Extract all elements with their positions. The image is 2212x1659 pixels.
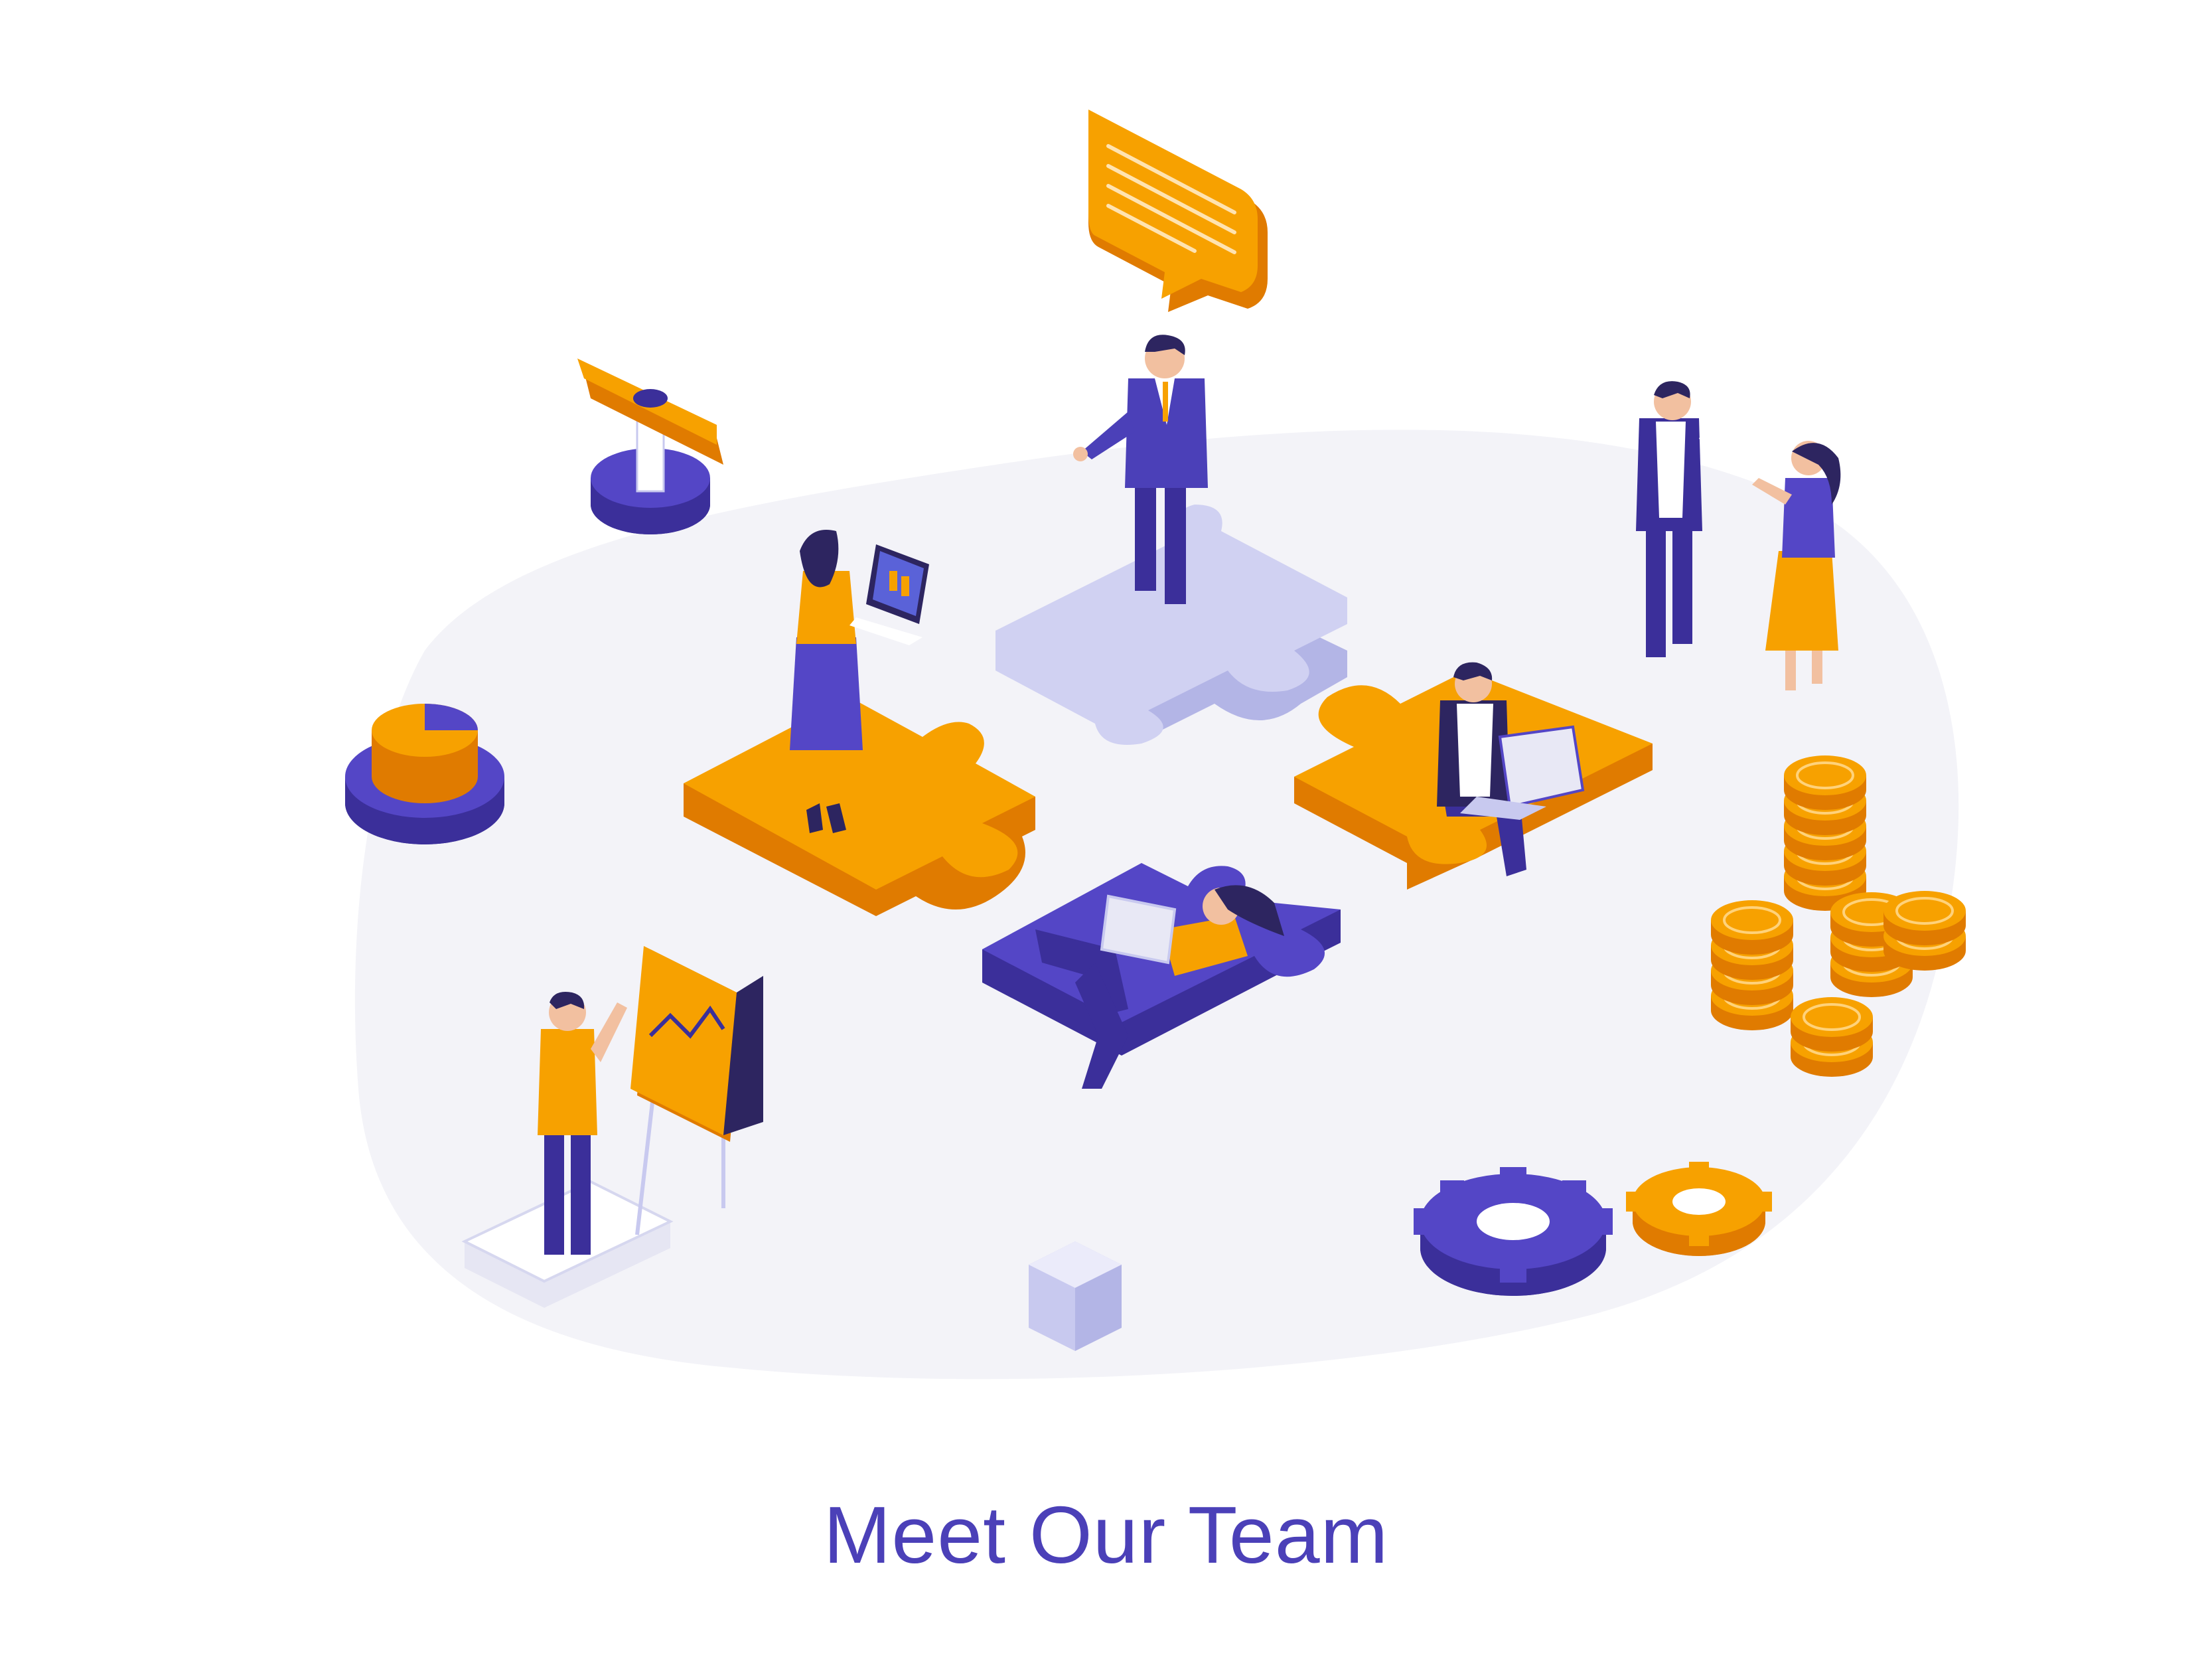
page-title: Meet Our Team xyxy=(823,1490,1389,1580)
isometric-team-illustration xyxy=(345,110,1966,1380)
cube-icon xyxy=(1029,1241,1122,1351)
gear-icon xyxy=(1414,1167,1613,1296)
signpost-icon xyxy=(577,358,723,534)
speech-bubble-icon xyxy=(1088,110,1268,312)
